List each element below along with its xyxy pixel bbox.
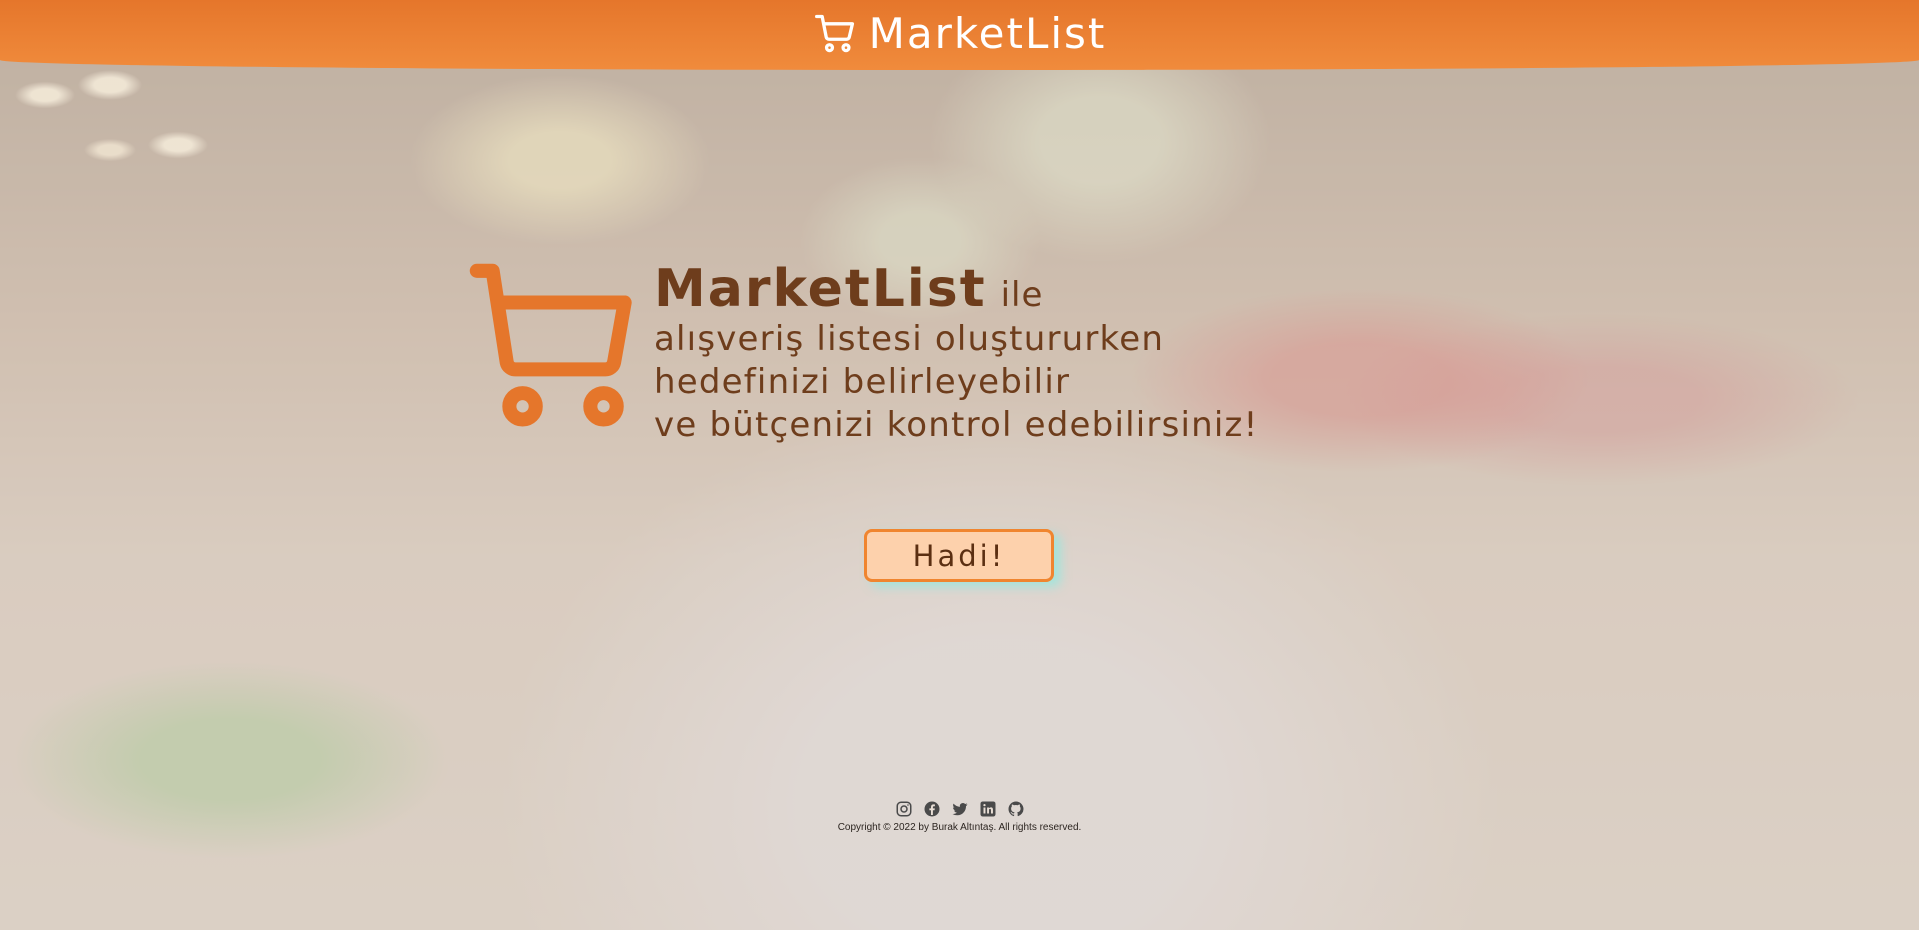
instagram-icon[interactable] (895, 800, 913, 818)
hero-text-block: MarketList ile alışveriş listesi oluştur… (654, 260, 1258, 447)
brand-logo[interactable]: MarketList (813, 9, 1107, 58)
hero-title-line: MarketList ile (654, 260, 1258, 318)
hero-section: MarketList ile alışveriş listesi oluştur… (468, 260, 1258, 447)
facebook-icon[interactable] (923, 800, 941, 818)
footer: Copyright © 2022 by Burak Altıntaş. All … (0, 800, 1919, 833)
hero-ile: ile (1000, 275, 1044, 315)
top-header: MarketList (0, 0, 1919, 70)
cart-icon (813, 11, 857, 55)
hero-line-3: ve bütçenizi kontrol edebilirsiniz! (654, 405, 1259, 445)
twitter-icon[interactable] (951, 800, 969, 818)
shopping-cart-icon (468, 262, 644, 438)
copyright-text: Copyright © 2022 by Burak Altıntaş. All … (837, 822, 1082, 833)
linkedin-icon[interactable] (979, 800, 997, 818)
hero-brand: MarketList (654, 259, 987, 319)
start-button[interactable]: Hadi! (864, 529, 1054, 582)
hero-line-2: hedefinizi belirleyebilir (654, 362, 1071, 402)
hero-line-1: alışveriş listesi oluştururken (654, 319, 1165, 359)
background-image (0, 0, 1919, 930)
social-links (895, 800, 1025, 818)
github-icon[interactable] (1007, 800, 1025, 818)
brand-name: MarketList (868, 8, 1107, 58)
